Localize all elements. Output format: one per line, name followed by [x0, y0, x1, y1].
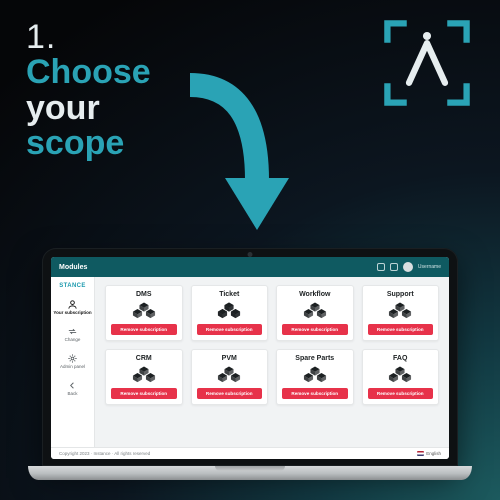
back-icon — [67, 380, 78, 391]
cubes-icon — [302, 301, 328, 321]
sidebar-item-label: Change — [65, 338, 81, 343]
cubes-icon — [387, 365, 413, 385]
card-title: Ticket — [219, 291, 239, 298]
remove-subscription-button[interactable]: Remove subscription — [111, 324, 177, 335]
sidebar-item-label: Admin panel — [60, 365, 85, 370]
app-window: Modules Username STANCE Your subscriptio… — [51, 257, 449, 459]
module-card-spare-parts[interactable]: Spare Parts Remove subscription — [276, 349, 354, 405]
copyright-text: Copyright 2023 · Instance · All rights r… — [59, 451, 150, 456]
module-card-faq[interactable]: FAQ Remove subscription — [362, 349, 440, 405]
card-title: DMS — [136, 291, 152, 298]
user-icon — [67, 299, 78, 310]
sidebar-item-admin[interactable]: Admin panel — [60, 353, 85, 370]
help-icon[interactable] — [390, 263, 398, 271]
card-title: CRM — [136, 355, 152, 362]
module-card-pvm[interactable]: PVM Remove subscription — [191, 349, 269, 405]
remove-subscription-button[interactable]: Remove subscription — [368, 388, 434, 399]
avatar[interactable] — [403, 262, 413, 272]
sidebar-item-change[interactable]: Change — [65, 326, 81, 343]
module-card-ticket[interactable]: Ticket Remove subscription — [191, 285, 269, 341]
sidebar-item-back[interactable]: Back — [67, 380, 78, 397]
headline-line2: your — [26, 91, 151, 127]
app-topbar: Modules Username — [51, 257, 449, 277]
modules-area: DMS Remove subscription Ticket Remove su… — [95, 277, 449, 447]
modules-grid: DMS Remove subscription Ticket Remove su… — [105, 285, 439, 405]
flag-icon — [417, 451, 424, 456]
sidebar-item-label: Back — [67, 392, 77, 397]
language-switch[interactable]: English — [417, 451, 441, 456]
admin-icon — [67, 353, 78, 364]
sidebar-item-subscription[interactable]: Your subscription — [53, 299, 91, 316]
laptop-mockup: Modules Username STANCE Your subscriptio… — [42, 248, 458, 480]
cubes-icon — [131, 365, 157, 385]
card-title: Support — [387, 291, 414, 298]
sidebar: STANCE Your subscription Change Admin pa… — [51, 277, 95, 447]
app-footer: Copyright 2023 · Instance · All rights r… — [51, 447, 449, 459]
remove-subscription-button[interactable]: Remove subscription — [197, 324, 263, 335]
change-icon — [67, 326, 78, 337]
headline: 1. Choose your scope — [26, 18, 151, 162]
brand-name: STANCE — [59, 283, 86, 289]
card-title: FAQ — [393, 355, 407, 362]
card-title: Spare Parts — [295, 355, 334, 362]
cubes-icon — [387, 301, 413, 321]
module-card-support[interactable]: Support Remove subscription — [362, 285, 440, 341]
cubes-icon — [216, 365, 242, 385]
remove-subscription-button[interactable]: Remove subscription — [111, 388, 177, 399]
topbar-actions: Username — [377, 262, 441, 272]
page-title: Modules — [59, 264, 87, 271]
notification-icon[interactable] — [377, 263, 385, 271]
card-title: Workflow — [299, 291, 330, 298]
cubes-icon — [216, 301, 242, 321]
remove-subscription-button[interactable]: Remove subscription — [282, 388, 348, 399]
module-card-dms[interactable]: DMS Remove subscription — [105, 285, 183, 341]
step-number: 1. — [26, 18, 151, 57]
remove-subscription-button[interactable]: Remove subscription — [282, 324, 348, 335]
cubes-icon — [131, 301, 157, 321]
module-card-workflow[interactable]: Workflow Remove subscription — [276, 285, 354, 341]
username-label: Username — [418, 264, 441, 270]
sidebar-item-label: Your subscription — [53, 311, 91, 316]
headline-line3: scope — [26, 126, 151, 162]
brand-logo-icon — [382, 18, 472, 108]
remove-subscription-button[interactable]: Remove subscription — [197, 388, 263, 399]
card-title: PVM — [222, 355, 237, 362]
remove-subscription-button[interactable]: Remove subscription — [368, 324, 434, 335]
cubes-icon — [302, 365, 328, 385]
module-card-crm[interactable]: CRM Remove subscription — [105, 349, 183, 405]
headline-line1: Choose — [26, 55, 151, 91]
language-label: English — [426, 451, 441, 456]
arrow-icon — [175, 70, 295, 250]
app-body: STANCE Your subscription Change Admin pa… — [51, 277, 449, 447]
laptop-base — [28, 466, 472, 480]
laptop-bezel: Modules Username STANCE Your subscriptio… — [42, 248, 458, 466]
